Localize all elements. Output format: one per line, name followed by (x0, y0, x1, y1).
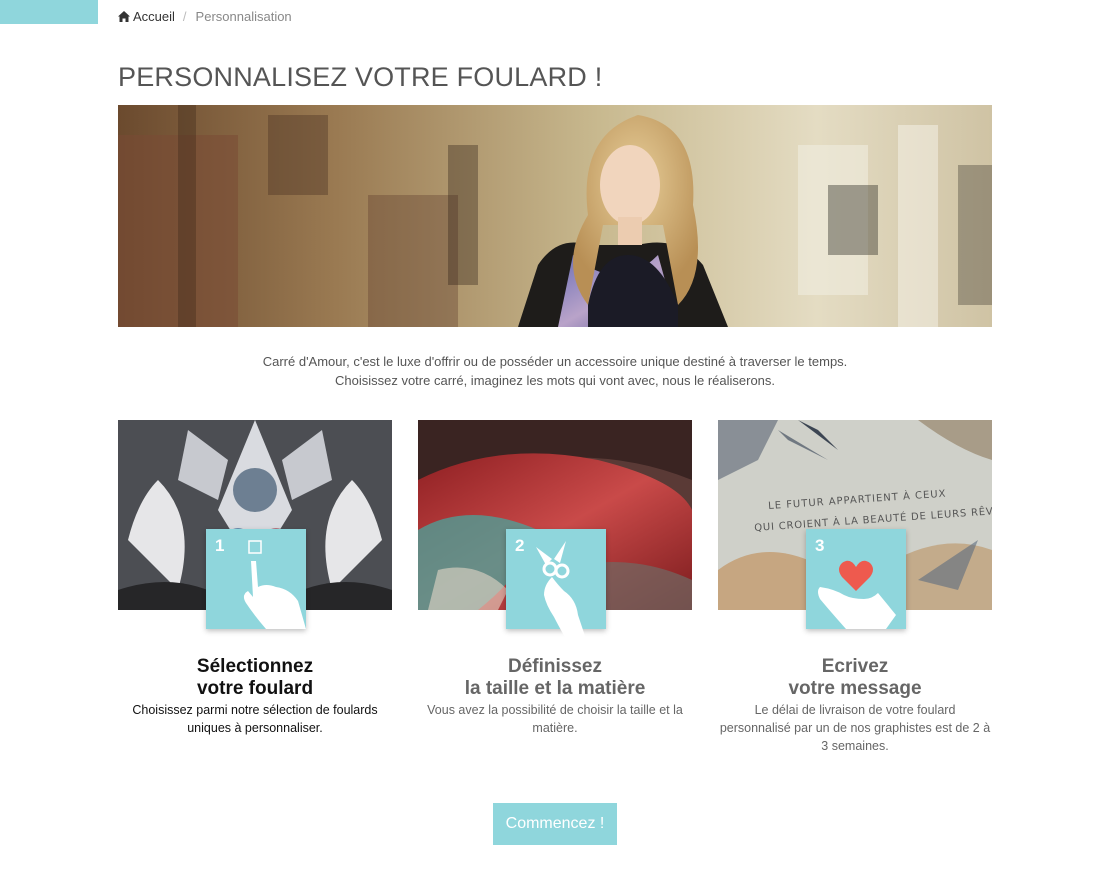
step-select-scarf: 1 Sélectionnez votre foulard Choisissez … (118, 420, 392, 735)
step-3-title: Ecrivez votre message (718, 656, 992, 700)
step-write-message: LE FUTUR APPARTIENT À CEUX QUI CROIENT À… (718, 420, 992, 753)
step-3-badge: 3 (806, 529, 906, 629)
start-button[interactable]: Commencez ! (493, 803, 617, 845)
step-3-description: Le délai de livraison de votre foulard p… (719, 703, 991, 753)
hand-pointer-icon (243, 540, 306, 629)
intro-line-1: Carré d'Amour, c'est le luxe d'offrir ou… (262, 354, 848, 369)
step-2-title: Définissez la taille et la matière (418, 656, 692, 700)
hero-banner-image (118, 105, 992, 327)
step-1-title-line1: Sélectionnez (196, 656, 314, 677)
page-title: PERSONNALISEZ VOTRE FOULARD ! (118, 62, 603, 92)
step-1-title: Sélectionnez votre foulard (118, 656, 392, 700)
hand-heart-icon (818, 560, 896, 629)
step-1-description: Choisissez parmi notre sélection de foul… (132, 703, 378, 735)
step-size-material: 2 Définissez la taille et la matière Vou… (418, 420, 692, 735)
breadcrumb-separator: / (182, 9, 187, 24)
step-3-title-line1: Ecrivez (821, 656, 889, 677)
step-2-description: Vous avez la possibilité de choisir la t… (427, 703, 683, 735)
step-2-badge: 2 (506, 529, 606, 639)
top-accent-bar (0, 0, 98, 24)
breadcrumb-current: Personnalisation (195, 9, 292, 24)
step-1-title-line2: votre foulard (196, 678, 314, 699)
breadcrumb-home-label: Accueil (133, 9, 175, 24)
breadcrumb-home-link[interactable]: Accueil (118, 9, 175, 24)
home-icon (118, 11, 130, 22)
intro-line-2: Choisissez votre carré, imaginez les mot… (334, 373, 776, 388)
hand-scissors-icon (536, 541, 586, 639)
step-2-title-line2: la taille et la matière (464, 678, 646, 699)
intro-text: Carré d'Amour, c'est le luxe d'offrir ou… (118, 352, 992, 390)
step-1-badge: 1 (206, 529, 306, 629)
step-2-title-line1: Définissez (508, 656, 602, 677)
step-3-title-line2: votre message (788, 678, 922, 699)
breadcrumb: Accueil / Personnalisation (118, 9, 292, 24)
